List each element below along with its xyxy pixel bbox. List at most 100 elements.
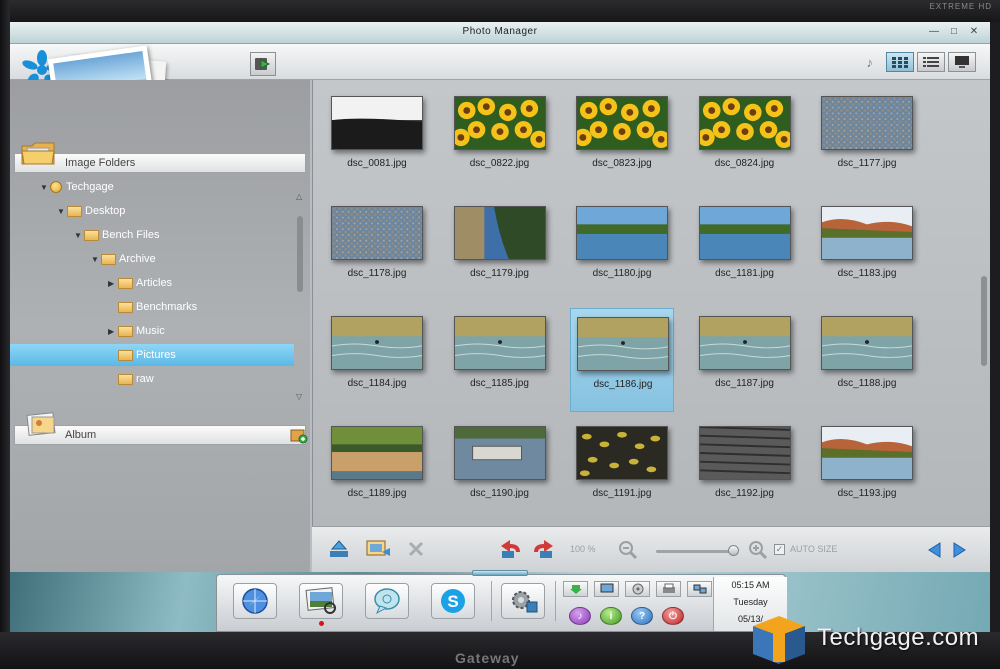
thumbnail-item[interactable]: dsc_0822.jpg	[448, 88, 552, 192]
add-album-icon[interactable]	[290, 428, 308, 444]
thumbnail-item[interactable]: dsc_0823.jpg	[570, 88, 674, 192]
folder-tree-item[interactable]: raw	[108, 368, 154, 390]
photo-edit-icon[interactable]	[366, 538, 392, 560]
minimize-button[interactable]: —	[928, 26, 940, 37]
expanded-arrow-icon[interactable]: ▼	[91, 255, 101, 264]
slideshow-view-button[interactable]	[948, 52, 976, 72]
folder-tree-item[interactable]: ▼ Techgage	[40, 176, 114, 198]
expanded-arrow-icon[interactable]: ▼	[40, 183, 50, 192]
power-orb-button[interactable]: ⏻	[662, 607, 684, 625]
thumbnail-item[interactable]: dsc_0824.jpg	[693, 88, 797, 192]
thumbnail-item[interactable]: dsc_1187.jpg	[693, 308, 797, 412]
thumbnail-image[interactable]	[576, 206, 668, 260]
thumbnail-image[interactable]	[331, 96, 423, 150]
tree-scrollbar-thumb[interactable]	[297, 216, 303, 292]
thumbnail-image[interactable]	[453, 96, 546, 150]
printer-icon	[662, 583, 675, 593]
thumbnail-view-button[interactable]	[886, 52, 914, 72]
collapsed-arrow-icon[interactable]: ▶	[108, 279, 118, 288]
expanded-arrow-icon[interactable]: ▼	[74, 231, 84, 240]
thumbnail-item[interactable]: dsc_1178.jpg	[325, 198, 429, 302]
thumbnail-item[interactable]: dsc_1189.jpg	[325, 418, 429, 522]
disc-mini-button[interactable]	[625, 581, 650, 597]
thumbnail-item[interactable]: dsc_1190.jpg	[448, 418, 552, 522]
chat-button[interactable]	[365, 583, 409, 619]
thumbnail-image[interactable]	[698, 206, 791, 260]
network-mini-button[interactable]	[687, 581, 712, 597]
skype-button[interactable]: S	[431, 583, 475, 619]
music-orb-button[interactable]: ♪	[569, 607, 591, 625]
thumbnail-image[interactable]	[331, 316, 423, 370]
auto-size-checkbox[interactable]: ✓	[774, 544, 785, 555]
thumbnail-scrollbar-thumb[interactable]	[981, 276, 987, 366]
thumbnail-image[interactable]	[331, 206, 423, 260]
rotate-left-icon[interactable]	[498, 538, 522, 560]
thumbnail-image[interactable]	[453, 206, 546, 260]
thumbnail-image[interactable]	[821, 426, 913, 480]
thumbnail-item[interactable]: dsc_1192.jpg	[693, 418, 797, 522]
thumbnail-item[interactable]: dsc_1186.jpg	[570, 308, 674, 412]
previous-icon[interactable]	[926, 541, 944, 559]
dock-handle[interactable]	[472, 570, 528, 576]
photo-manager-button[interactable]	[299, 583, 343, 619]
browser-button[interactable]	[233, 583, 277, 619]
image-folders-header[interactable]: Image Folders	[14, 153, 306, 173]
monitor-bezel-top: EXTREME HD	[0, 0, 1000, 22]
thumbnail-image[interactable]	[577, 317, 669, 371]
thumbnail-image[interactable]	[821, 96, 913, 150]
thumbnail-item[interactable]: dsc_1184.jpg	[325, 308, 429, 412]
thumbnail-image[interactable]	[698, 316, 791, 370]
upload-icon[interactable]	[328, 539, 350, 559]
thumbnail-item[interactable]: dsc_1191.jpg	[570, 418, 674, 522]
collapsed-arrow-icon[interactable]: ▶	[108, 327, 118, 336]
thumbnail-item[interactable]: dsc_1177.jpg	[815, 88, 919, 192]
thumbnail-image[interactable]	[576, 96, 668, 150]
folder-tree-item[interactable]: ▼ Archive	[91, 248, 156, 270]
thumbnail-item[interactable]: dsc_1183.jpg	[815, 198, 919, 302]
info-orb-button[interactable]: i	[600, 607, 622, 625]
folder-tree-item[interactable]: ▼ Desktop	[57, 200, 125, 222]
maximize-button[interactable]: □	[948, 26, 960, 37]
thumbnail-image[interactable]	[331, 426, 423, 480]
thumbnail-image[interactable]	[453, 426, 546, 480]
display-mini-button[interactable]	[594, 581, 619, 597]
thumbnail-image[interactable]	[453, 316, 546, 370]
expanded-arrow-icon[interactable]: ▼	[57, 207, 67, 216]
music-note-icon[interactable]: ♪	[867, 55, 874, 70]
thumbnail-image[interactable]	[821, 206, 913, 260]
delete-icon[interactable]	[406, 539, 426, 559]
zoom-out-icon[interactable]	[618, 540, 638, 560]
thumbnail-item[interactable]: dsc_1193.jpg	[815, 418, 919, 522]
folder-tree-item[interactable]: ▶ Music	[108, 320, 165, 342]
folder-tree-item[interactable]: Benchmarks	[108, 296, 197, 318]
close-button[interactable]: ✕	[968, 26, 980, 37]
help-orb-button[interactable]: ?	[631, 607, 653, 625]
folder-tree-item[interactable]: ▶ Articles	[108, 272, 172, 294]
next-icon[interactable]	[950, 541, 968, 559]
thumbnail-item[interactable]: dsc_1185.jpg	[448, 308, 552, 412]
settings-button[interactable]	[501, 583, 545, 619]
zoom-slider-track[interactable]	[656, 550, 736, 553]
thumbnail-scrollbar[interactable]	[979, 86, 989, 516]
thumbnail-image[interactable]	[698, 96, 791, 150]
scroll-down-icon[interactable]: ▽	[296, 392, 302, 401]
scroll-up-icon[interactable]: △	[296, 192, 302, 201]
folder-tree-item[interactable]: ▼ Bench Files	[74, 224, 159, 246]
zoom-slider-knob[interactable]	[728, 545, 739, 556]
thumbnail-item[interactable]: dsc_1180.jpg	[570, 198, 674, 302]
thumbnail-item[interactable]: dsc_1181.jpg	[693, 198, 797, 302]
rotate-right-icon[interactable]	[532, 538, 556, 560]
list-view-button[interactable]	[917, 52, 945, 72]
folder-tree-item[interactable]: Pictures	[10, 344, 294, 366]
thumbnail-item[interactable]: dsc_1188.jpg	[815, 308, 919, 412]
thumbnail-image[interactable]	[576, 426, 668, 480]
thumbnail-image[interactable]	[821, 316, 913, 370]
download-mini-button[interactable]	[563, 581, 588, 597]
thumbnail-item[interactable]: dsc_1179.jpg	[448, 198, 552, 302]
import-button[interactable]	[250, 52, 276, 76]
printer-mini-button[interactable]	[656, 581, 681, 597]
thumbnail-image[interactable]	[698, 426, 791, 480]
title-bar[interactable]: Photo Manager — □ ✕	[10, 22, 990, 44]
zoom-in-icon[interactable]	[748, 540, 768, 560]
thumbnail-item[interactable]: dsc_0081.jpg	[325, 88, 429, 192]
